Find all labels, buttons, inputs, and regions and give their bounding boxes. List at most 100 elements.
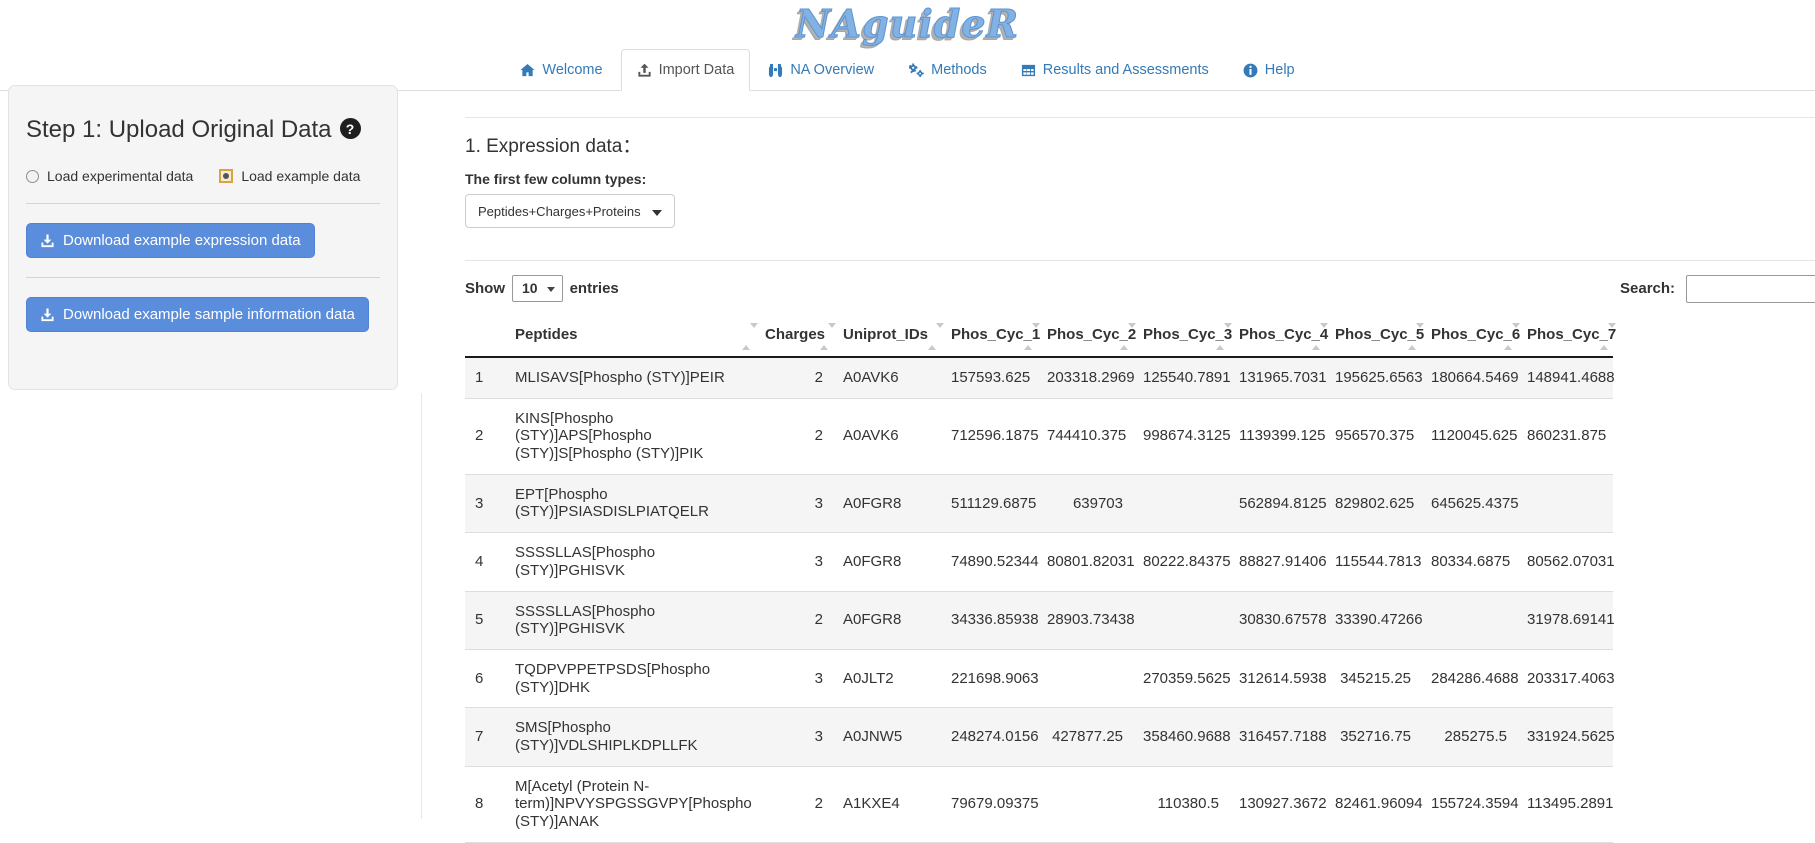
value-cell-phos_cyc_4: 30830.67578 (1229, 591, 1325, 649)
table-row[interactable]: 2KINS[Phospho (STY)]APS[Phospho (STY)]S[… (465, 398, 1613, 474)
divider (465, 117, 1815, 118)
radio-selected-icon[interactable] (219, 169, 233, 183)
download-example-sample-information-data-button[interactable]: Download example sample information data (26, 297, 369, 332)
column-header-phos_cyc_1[interactable]: Phos_Cyc_1 (941, 313, 1037, 357)
column-header-phos_cyc_6[interactable]: Phos_Cyc_6 (1421, 313, 1517, 357)
tab-na-overview[interactable]: NA Overview (752, 49, 890, 91)
value-cell-phos_cyc_2: 744410.375 (1037, 398, 1133, 474)
row-index-cell: 4 (465, 533, 505, 591)
column-header-charges[interactable]: Charges (755, 313, 833, 357)
tab-methods[interactable]: Methods (892, 49, 1003, 91)
value-cell-phos_cyc_5: 195625.6563 (1325, 357, 1421, 398)
value-cell-phos_cyc_6: 285275.5 (1421, 708, 1517, 766)
tab-label: Methods (931, 60, 987, 80)
page-length-value: 10 (522, 280, 538, 296)
column-header-phos_cyc_2[interactable]: Phos_Cyc_2 (1037, 313, 1133, 357)
table-row[interactable]: 3EPT[Phospho (STY)]PSIASDISLPIATQELR3A0F… (465, 474, 1613, 532)
column-types-selected-value: Peptides+Charges+Proteins (478, 204, 641, 219)
value-cell-phos_cyc_3: 125540.7891 (1133, 357, 1229, 398)
value-cell-phos_cyc_3 (1133, 474, 1229, 532)
uniprot-id-cell: A0FGR8 (833, 533, 941, 591)
value-cell-phos_cyc_7: 148941.4688 (1517, 357, 1613, 398)
radio-unselected-icon[interactable] (26, 170, 39, 183)
charge-cell: 2 (755, 766, 833, 842)
divider (26, 203, 380, 204)
table-row[interactable]: 6TQDPVPPETPSDS[Phospho (STY)]DHK3A0JLT22… (465, 649, 1613, 707)
charge-cell: 3 (755, 708, 833, 766)
value-cell-phos_cyc_2 (1037, 649, 1133, 707)
header-row: PeptidesChargesUniprot_IDsPhos_Cyc_1Phos… (465, 313, 1613, 357)
table-row[interactable]: 1MLISAVS[Phospho (STY)]PEIR2A0AVK6157593… (465, 357, 1613, 398)
radio-load-example-data[interactable]: Load example data (219, 168, 360, 184)
table-row[interactable]: 7SMS[Phospho (STY)]VDLSHIPLKDPLLFK3A0JNW… (465, 708, 1613, 766)
app-header: NAguideR (0, 0, 1815, 50)
value-cell-phos_cyc_1: 511129.6875 (941, 474, 1037, 532)
column-header-label: Uniprot_IDs (843, 326, 928, 343)
search-label: Search: (1620, 280, 1675, 297)
gears-icon (908, 63, 924, 78)
radio-load-experimental-data[interactable]: Load experimental data (26, 168, 193, 184)
tab-import-data[interactable]: Import Data (621, 49, 751, 91)
value-cell-phos_cyc_3: 270359.5625 (1133, 649, 1229, 707)
value-cell-phos_cyc_2: 639703 (1037, 474, 1133, 532)
chevron-down-icon (547, 287, 555, 292)
upload-icon (637, 63, 652, 78)
value-cell-phos_cyc_7: 860231.875 (1517, 398, 1613, 474)
charge-cell: 3 (755, 649, 833, 707)
row-index-header (465, 313, 505, 357)
peptide-cell: SSSSLLAS[Phospho (STY)]PGHISVK (505, 533, 755, 591)
value-cell-phos_cyc_5: 33390.47266 (1325, 591, 1421, 649)
row-index-cell: 3 (465, 474, 505, 532)
column-header-phos_cyc_3[interactable]: Phos_Cyc_3 (1133, 313, 1229, 357)
value-cell-phos_cyc_1: 79679.09375 (941, 766, 1037, 842)
tab-welcome[interactable]: Welcome (504, 49, 618, 91)
value-cell-phos_cyc_6 (1421, 591, 1517, 649)
app-logo: NAguideR (796, 2, 1019, 46)
value-cell-phos_cyc_5: 82461.96094 (1325, 766, 1421, 842)
sort-icon (1024, 328, 1033, 345)
value-cell-phos_cyc_6: 180664.5469 (1421, 357, 1517, 398)
row-index-cell: 8 (465, 766, 505, 842)
tab-label: Import Data (659, 60, 735, 80)
value-cell-phos_cyc_7: 203317.4063 (1517, 649, 1613, 707)
value-cell-phos_cyc_4: 1139399.125 (1229, 398, 1325, 474)
charge-cell: 3 (755, 474, 833, 532)
sort-icon (1216, 328, 1225, 345)
column-header-phos_cyc_7[interactable]: Phos_Cyc_7 (1517, 313, 1613, 357)
peptide-cell: M[Acetyl (Protein N-term)]NPVYSPGSSGVPY[… (505, 766, 755, 842)
radio-label: Load experimental data (47, 168, 193, 184)
page-length-select[interactable]: 10 (512, 275, 563, 302)
column-header-label: Peptides (515, 326, 578, 343)
value-cell-phos_cyc_6: 645625.4375 (1421, 474, 1517, 532)
value-cell-phos_cyc_4: 312614.5938 (1229, 649, 1325, 707)
value-cell-phos_cyc_3: 998674.3125 (1133, 398, 1229, 474)
column-types-label: The first few column types: (465, 171, 1815, 187)
column-header-peptides[interactable]: Peptides (505, 313, 755, 357)
sort-icon (1504, 328, 1513, 345)
button-label: Download example sample information data (63, 305, 355, 324)
column-header-phos_cyc_4[interactable]: Phos_Cyc_4 (1229, 313, 1325, 357)
table-row[interactable]: 4SSSSLLAS[Phospho (STY)]PGHISVK3A0FGR874… (465, 533, 1613, 591)
table-row[interactable]: 8M[Acetyl (Protein N-term)]NPVYSPGSSGVPY… (465, 766, 1613, 842)
tab-label: Results and Assessments (1043, 60, 1209, 80)
search-input[interactable] (1686, 275, 1815, 303)
table-controls: Show 10 entries Search: (465, 275, 1815, 307)
value-cell-phos_cyc_5: 352716.75 (1325, 708, 1421, 766)
row-index-cell: 2 (465, 398, 505, 474)
value-cell-phos_cyc_6: 1120045.625 (1421, 398, 1517, 474)
value-cell-phos_cyc_2: 28903.73438 (1037, 591, 1133, 649)
uniprot-id-cell: A1KXE4 (833, 766, 941, 842)
column-header-phos_cyc_5[interactable]: Phos_Cyc_5 (1325, 313, 1421, 357)
question-circle-icon[interactable]: ? (340, 118, 361, 139)
tab-help[interactable]: Help (1227, 49, 1311, 91)
peptide-cell: SSSSLLAS[Phospho (STY)]PGHISVK (505, 591, 755, 649)
uniprot-id-cell: A0AVK6 (833, 398, 941, 474)
tab-label: NA Overview (790, 60, 874, 80)
tab-results-assessments[interactable]: Results and Assessments (1005, 49, 1225, 91)
column-header-uniprot_ids[interactable]: Uniprot_IDs (833, 313, 941, 357)
value-cell-phos_cyc_3: 80222.84375 (1133, 533, 1229, 591)
charge-cell: 3 (755, 533, 833, 591)
column-types-select[interactable]: Peptides+Charges+Proteins (465, 194, 675, 228)
download-example-expression-data-button[interactable]: Download example expression data (26, 223, 315, 258)
table-row[interactable]: 5SSSSLLAS[Phospho (STY)]PGHISVK2A0FGR834… (465, 591, 1613, 649)
